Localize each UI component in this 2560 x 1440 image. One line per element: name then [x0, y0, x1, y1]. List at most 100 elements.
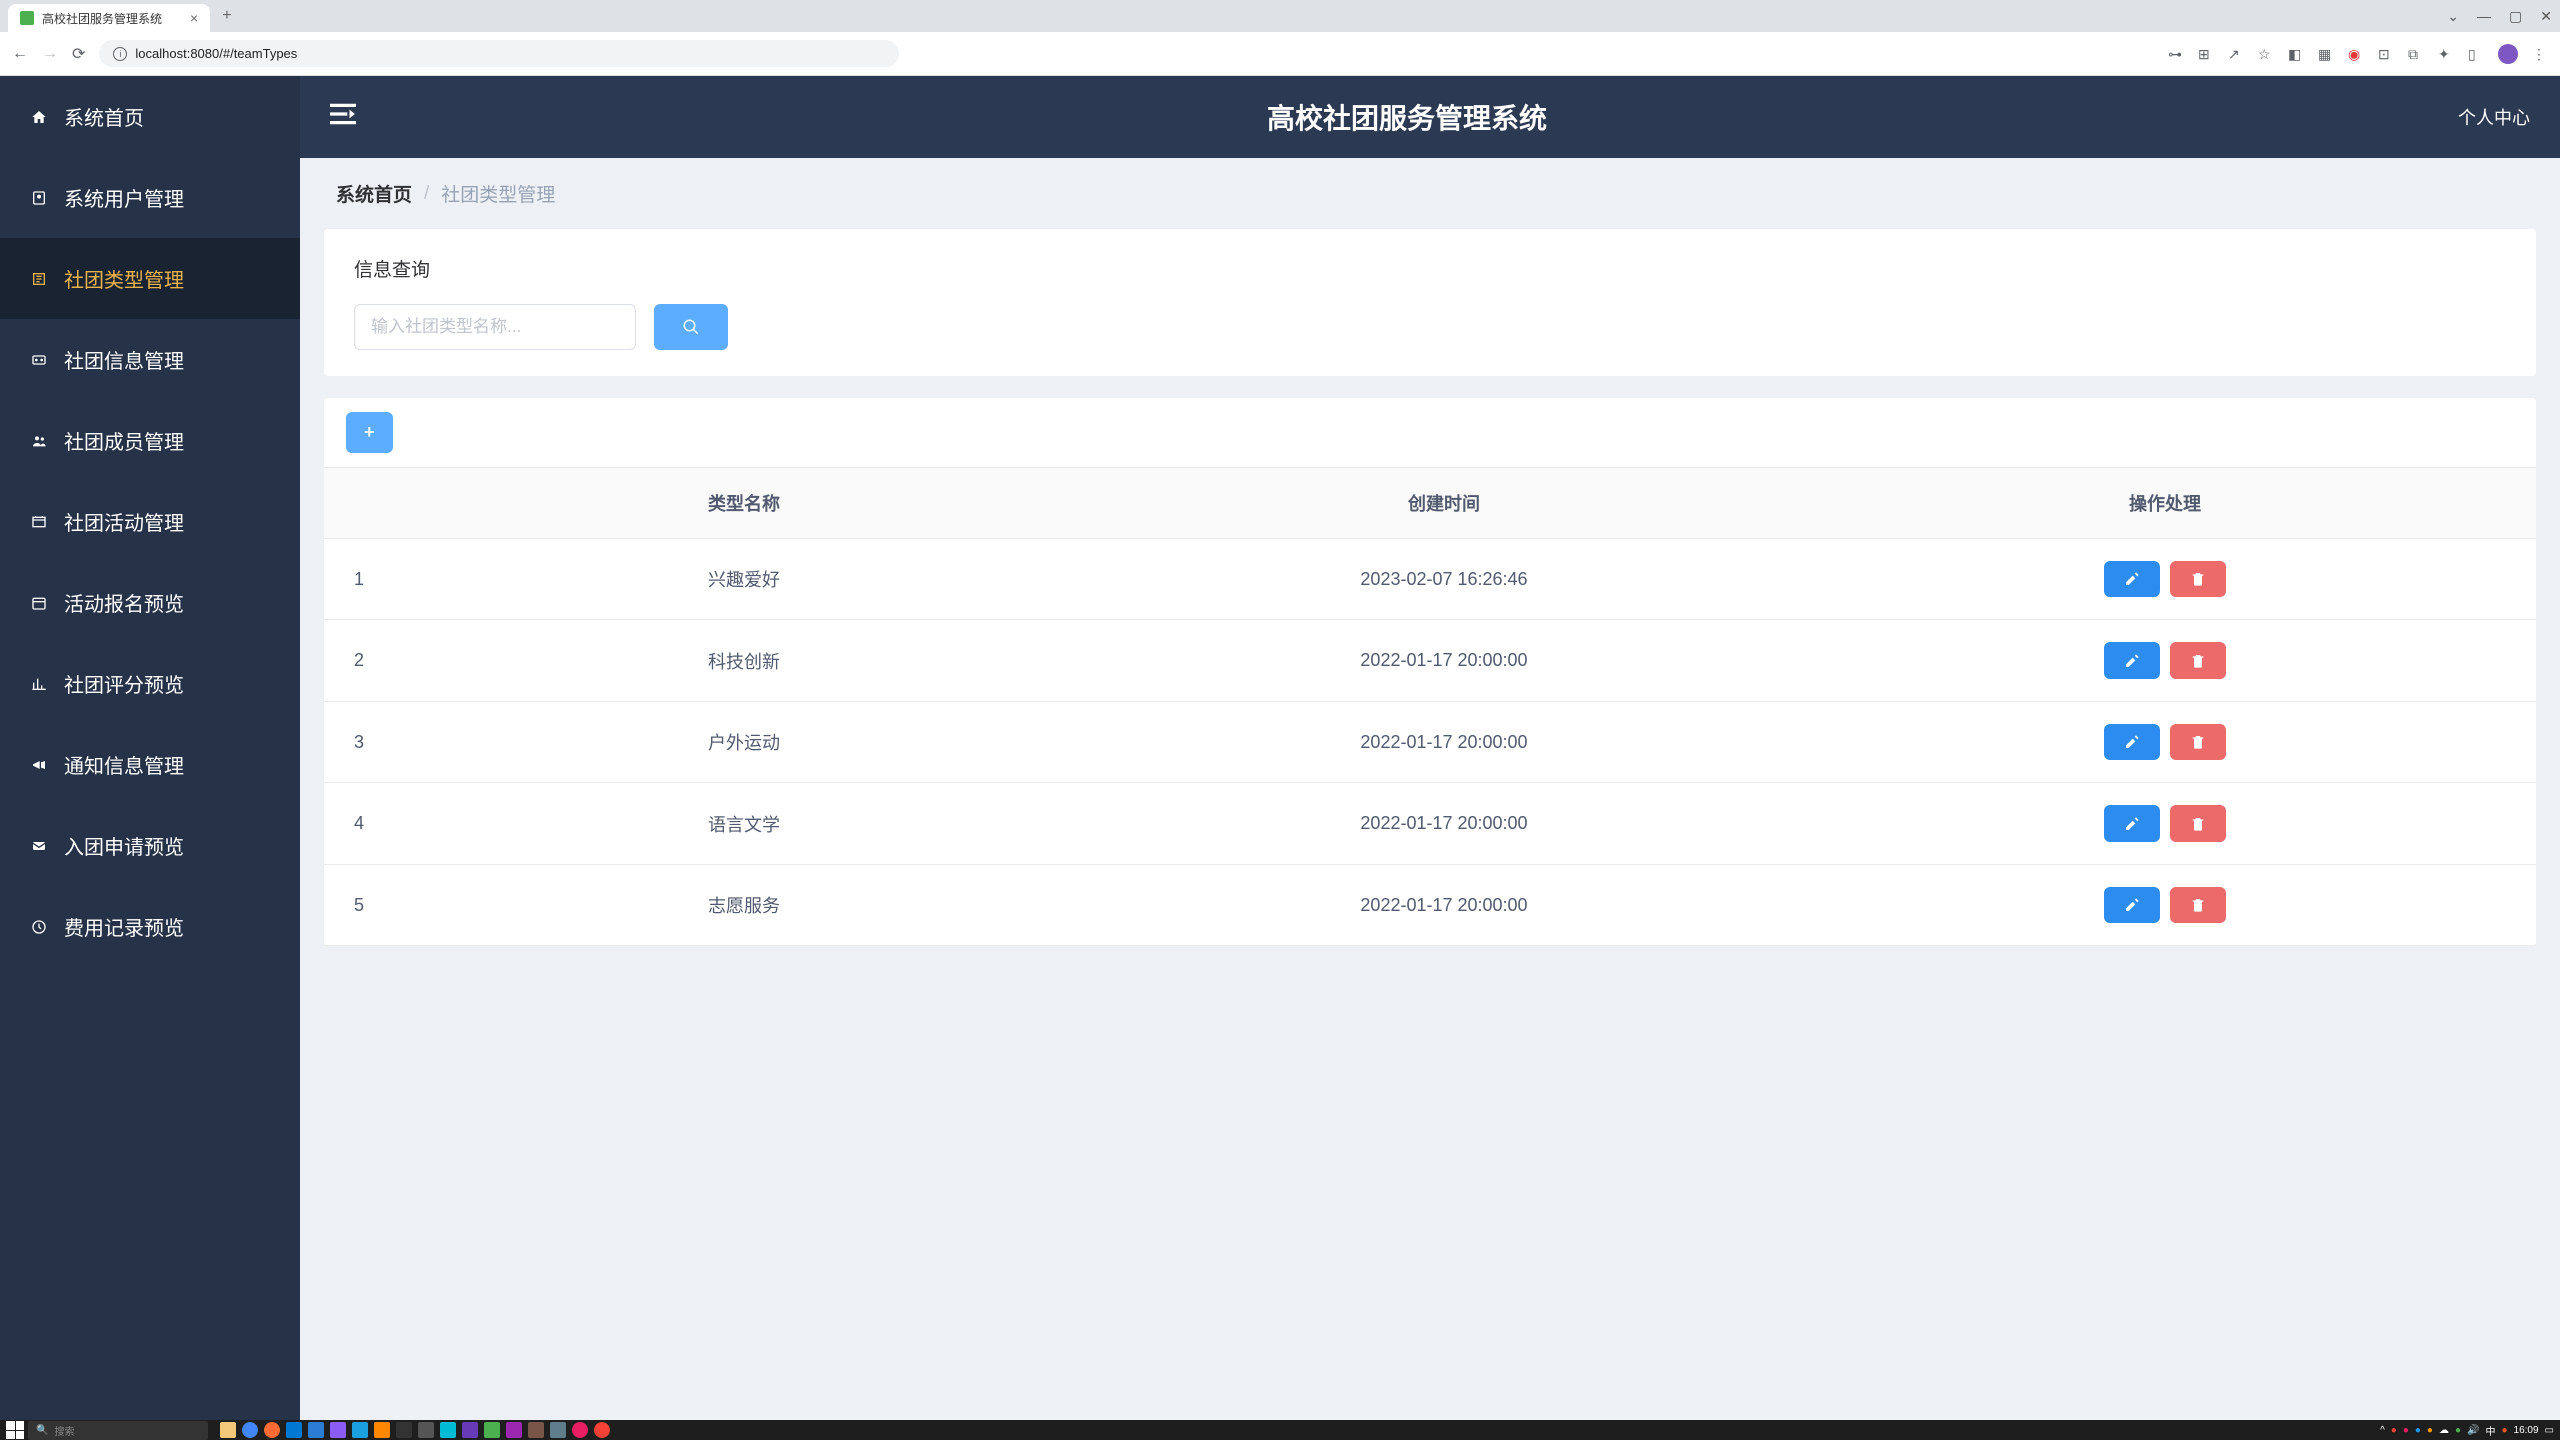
- taskbar-app-icon[interactable]: [242, 1422, 258, 1438]
- sidebar-item-label: 社团活动管理: [64, 507, 184, 536]
- browser-tab-bar: 高校社团服务管理系统 × + ⌄ — ▢ ✕: [0, 0, 2560, 32]
- sidebar-item-activities[interactable]: 社团活动管理: [0, 481, 300, 562]
- delete-button[interactable]: [2170, 805, 2226, 841]
- ext-icon-3[interactable]: ◉: [2348, 46, 2364, 62]
- sidebar-item-home[interactable]: 系统首页: [0, 76, 300, 157]
- taskbar-app-icon[interactable]: [308, 1422, 324, 1438]
- taskbar-time[interactable]: 16:09: [2514, 1425, 2539, 1436]
- window-minimize-icon[interactable]: —: [2477, 8, 2491, 25]
- profile-avatar[interactable]: [2498, 44, 2518, 64]
- qr-icon[interactable]: ⊞: [2198, 46, 2214, 62]
- start-button[interactable]: [6, 1421, 24, 1439]
- ext-icon-5[interactable]: ⧉: [2408, 46, 2424, 62]
- edit-button[interactable]: [2104, 724, 2160, 760]
- nav-reload-button[interactable]: ⟳: [72, 44, 85, 64]
- breadcrumb-home[interactable]: 系统首页: [336, 180, 412, 207]
- star-icon[interactable]: ☆: [2258, 46, 2274, 62]
- sidebar-item-score[interactable]: 社团评分预览: [0, 643, 300, 724]
- taskbar-app-icon[interactable]: [506, 1422, 522, 1438]
- cell-actions: [1794, 620, 2536, 701]
- table-row: 3 户外运动 2022-01-17 20:00:00: [324, 701, 2536, 782]
- cell-num: 3: [324, 701, 394, 782]
- url-input[interactable]: i localhost:8080/#/teamTypes: [99, 40, 899, 67]
- add-button[interactable]: +: [346, 412, 393, 453]
- sidebar-item-notice[interactable]: 通知信息管理: [0, 724, 300, 805]
- sidebar-item-team-info[interactable]: 社团信息管理: [0, 319, 300, 400]
- key-icon[interactable]: ⊶: [2168, 46, 2184, 62]
- delete-button[interactable]: [2170, 887, 2226, 923]
- tray-icon[interactable]: ^: [2380, 1425, 2385, 1436]
- cell-actions: [1794, 783, 2536, 864]
- delete-button[interactable]: [2170, 561, 2226, 597]
- menu-toggle-icon[interactable]: [330, 103, 356, 132]
- sidebar-item-apply[interactable]: 入团申请预览: [0, 805, 300, 886]
- taskbar-app-icon[interactable]: [594, 1422, 610, 1438]
- search-input[interactable]: [354, 304, 636, 350]
- tray-icon[interactable]: ●: [2455, 1425, 2461, 1436]
- ext-icon-4[interactable]: ⊡: [2378, 46, 2394, 62]
- ext-icon-1[interactable]: ◧: [2288, 46, 2304, 62]
- tray-icon[interactable]: ●: [2501, 1425, 2507, 1436]
- tray-icon[interactable]: 🔊: [2467, 1425, 2479, 1436]
- edit-button[interactable]: [2104, 642, 2160, 678]
- tray-icon[interactable]: 中: [2485, 1423, 2495, 1438]
- ext-icon-2[interactable]: ▦: [2318, 46, 2334, 62]
- tray-icon[interactable]: ●: [2415, 1425, 2421, 1436]
- taskbar-app-icon[interactable]: [440, 1422, 456, 1438]
- tab-title: 高校社团服务管理系统: [42, 10, 162, 27]
- tray-icon[interactable]: ☁: [2439, 1425, 2449, 1436]
- taskbar-app-icon[interactable]: [528, 1422, 544, 1438]
- edit-button[interactable]: [2104, 561, 2160, 597]
- taskbar-app-icon[interactable]: [550, 1422, 566, 1438]
- calendar-icon: [30, 595, 48, 611]
- search-card: 信息查询: [324, 229, 2536, 376]
- taskbar-app-icon[interactable]: [352, 1422, 368, 1438]
- nav-forward-button[interactable]: →: [42, 45, 58, 63]
- delete-button[interactable]: [2170, 724, 2226, 760]
- site-info-icon[interactable]: i: [113, 47, 127, 61]
- tab-close-icon[interactable]: ×: [190, 10, 198, 26]
- taskbar-app-icon[interactable]: [220, 1422, 236, 1438]
- taskbar-app-icon[interactable]: [484, 1422, 500, 1438]
- panel-icon[interactable]: ▯: [2468, 46, 2484, 62]
- edit-button[interactable]: [2104, 805, 2160, 841]
- tray-icon[interactable]: ●: [2403, 1425, 2409, 1436]
- window-close-icon[interactable]: ✕: [2540, 8, 2552, 25]
- sidebar-item-label: 社团成员管理: [64, 426, 184, 455]
- cell-name: 户外运动: [394, 701, 1094, 782]
- search-button[interactable]: [654, 304, 728, 350]
- window-maximize-icon[interactable]: ▢: [2509, 8, 2522, 25]
- table-row: 1 兴趣爱好 2023-02-07 16:26:46: [324, 539, 2536, 620]
- sidebar-item-users[interactable]: 系统用户管理: [0, 157, 300, 238]
- user-center-link[interactable]: 个人中心: [2458, 104, 2530, 130]
- taskbar-search[interactable]: 🔍 搜索: [28, 1421, 208, 1440]
- taskbar-app-icon[interactable]: [396, 1422, 412, 1438]
- sidebar-item-members[interactable]: 社团成员管理: [0, 400, 300, 481]
- menu-icon[interactable]: ⋮: [2532, 46, 2548, 62]
- taskbar-app-icon[interactable]: [264, 1422, 280, 1438]
- table-row: 5 志愿服务 2022-01-17 20:00:00: [324, 864, 2536, 945]
- share-icon[interactable]: ↗: [2228, 46, 2244, 62]
- delete-button[interactable]: [2170, 642, 2226, 678]
- taskbar-app-icon[interactable]: [374, 1422, 390, 1438]
- tray-icon[interactable]: ●: [2391, 1425, 2397, 1436]
- cell-num: 5: [324, 864, 394, 945]
- extensions-icon[interactable]: ✦: [2438, 46, 2454, 62]
- dropdown-icon[interactable]: ⌄: [2447, 8, 2459, 25]
- sidebar-item-fee[interactable]: 费用记录预览: [0, 886, 300, 967]
- sidebar-item-team-types[interactable]: 社团类型管理: [0, 238, 300, 319]
- tray-icon[interactable]: ●: [2427, 1425, 2433, 1436]
- sidebar-item-signup[interactable]: 活动报名预览: [0, 562, 300, 643]
- browser-tab[interactable]: 高校社团服务管理系统 ×: [8, 4, 210, 32]
- taskbar-app-icon[interactable]: [330, 1422, 346, 1438]
- taskbar-app-icon[interactable]: [462, 1422, 478, 1438]
- new-tab-button[interactable]: +: [222, 7, 231, 25]
- taskbar-app-icon[interactable]: [572, 1422, 588, 1438]
- edit-button[interactable]: [2104, 887, 2160, 923]
- taskbar-app-icon[interactable]: [418, 1422, 434, 1438]
- sidebar-item-label: 社团信息管理: [64, 345, 184, 374]
- notification-icon[interactable]: ▭: [2545, 1425, 2554, 1436]
- taskbar-app-icon[interactable]: [286, 1422, 302, 1438]
- breadcrumb-current: 社团类型管理: [441, 180, 555, 207]
- nav-back-button[interactable]: ←: [12, 45, 28, 63]
